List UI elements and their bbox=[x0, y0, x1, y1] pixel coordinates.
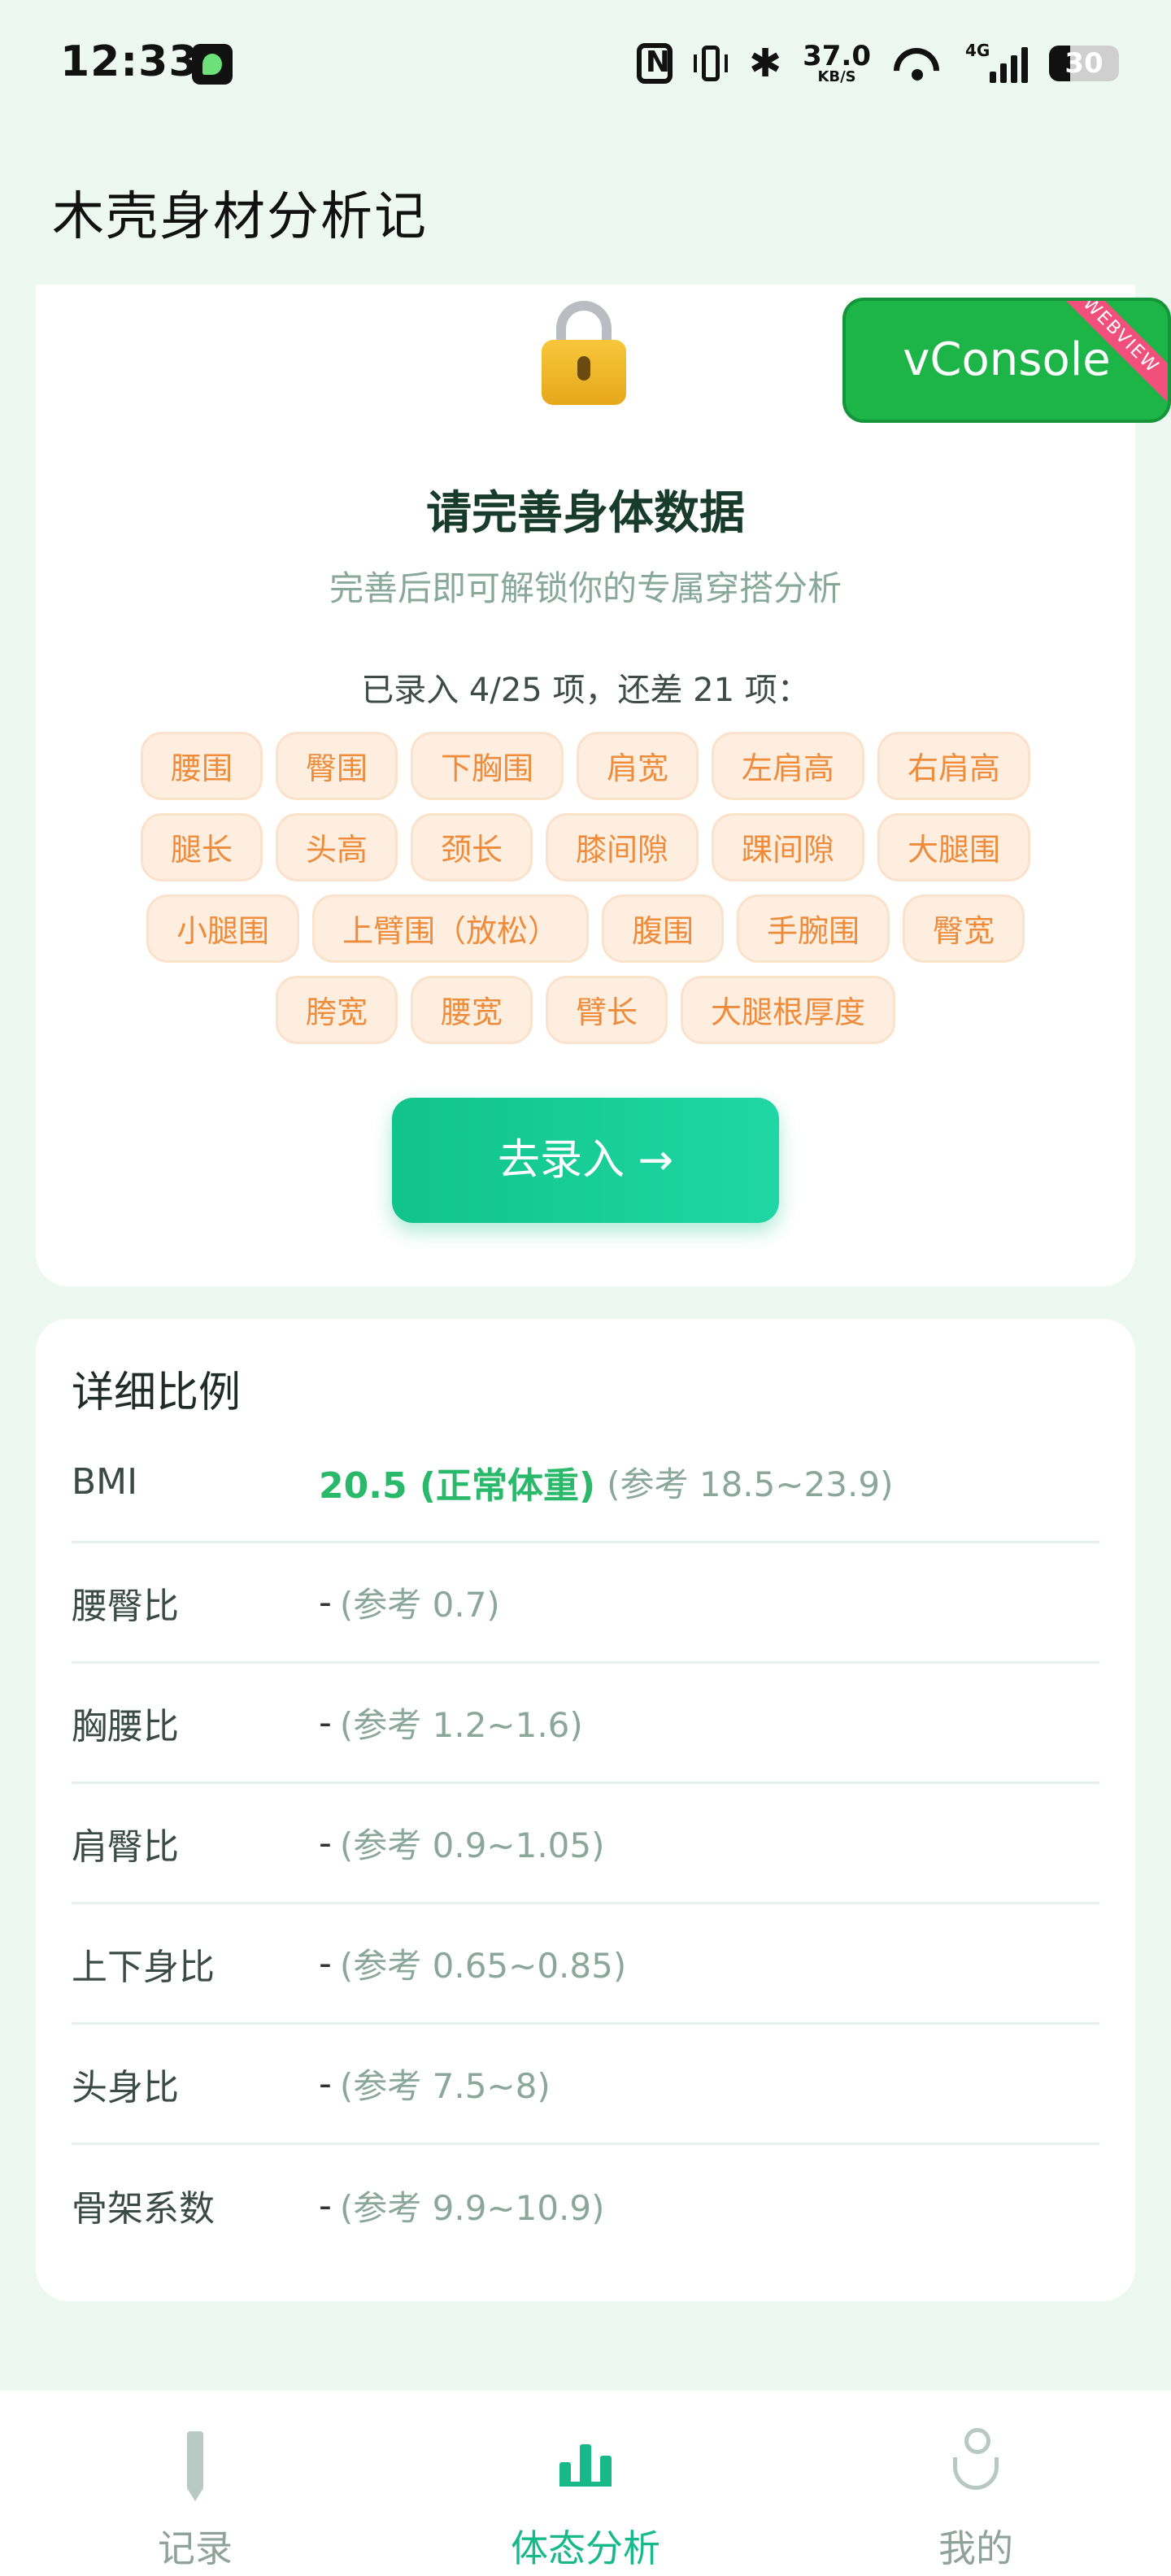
missing-item-tag: 大腿围 bbox=[877, 813, 1031, 881]
go-record-button[interactable]: 去录入 → bbox=[392, 1098, 779, 1223]
ratio-section-title: 详细比例 bbox=[72, 1368, 242, 1417]
missing-item-tag: 腿长 bbox=[140, 813, 263, 881]
bottom-nav: 记录 体态分析 我的 bbox=[0, 2391, 1171, 2576]
ratio-label: 上下身比 bbox=[72, 1946, 215, 1988]
nav-item-record[interactable]: 记录 bbox=[73, 2391, 317, 2576]
missing-item-tag: 臀围 bbox=[275, 732, 398, 800]
wifi-icon bbox=[892, 43, 944, 84]
missing-item-tag: 颈长 bbox=[410, 813, 533, 881]
network-speed-unit: KB/S bbox=[817, 68, 856, 85]
ratio-row-shoulder-hip: 肩臀比 - (参考 0.9~1.05) bbox=[72, 1784, 1099, 1904]
entry-progress-text: 已录入 4/25 项，还差 21 项： bbox=[361, 672, 810, 709]
ratio-reference: (参考 0.7) bbox=[339, 1585, 500, 1625]
status-icons: ✱ 37.0 KB/S 4G 30 bbox=[636, 37, 1119, 89]
ratio-value: - bbox=[319, 2063, 332, 2104]
missing-item-tag: 膝间隙 bbox=[546, 813, 699, 881]
missing-item-tag: 踝间隙 bbox=[712, 813, 865, 881]
ratio-row-chest-waist: 胸腰比 - (参考 1.2~1.6) bbox=[72, 1664, 1099, 1784]
ratio-row-waist-hip: 腰臀比 - (参考 0.7) bbox=[72, 1543, 1099, 1664]
ratio-label: 骨架系数 bbox=[72, 2188, 215, 2230]
missing-item-tag: 大腿根厚度 bbox=[681, 976, 896, 1044]
battery-icon: 30 bbox=[1049, 46, 1119, 81]
ratio-value: 20.5 (正常体重) bbox=[319, 1464, 596, 1507]
missing-item-tag: 胯宽 bbox=[275, 976, 398, 1044]
ratio-value: - bbox=[319, 2184, 332, 2226]
ratio-row-upper-lower: 上下身比 - (参考 0.65~0.85) bbox=[72, 1904, 1099, 2025]
missing-item-tag: 臀宽 bbox=[903, 894, 1025, 963]
missing-item-tag: 下胸围 bbox=[410, 732, 564, 800]
ratio-row-bmi: BMI 20.5 (正常体重) (参考 18.5~23.9) bbox=[72, 1423, 1099, 1543]
unlock-heading: 请完善身体数据 bbox=[426, 487, 745, 540]
pen-icon bbox=[187, 2431, 203, 2501]
missing-item-tag: 小腿围 bbox=[146, 894, 299, 963]
missing-item-tag: 左肩高 bbox=[712, 732, 865, 800]
nav-label: 体态分析 bbox=[511, 2526, 660, 2570]
ratio-value: - bbox=[319, 1822, 332, 1864]
network-speed-value: 37.0 bbox=[803, 40, 871, 72]
missing-item-tag: 手腕围 bbox=[737, 894, 890, 963]
bluetooth-icon: ✱ bbox=[748, 41, 782, 86]
ratio-reference: (参考 7.5~8) bbox=[339, 2066, 551, 2106]
missing-item-tag: 腰宽 bbox=[410, 976, 533, 1044]
missing-items-list: 腰围 臀围 下胸围 肩宽 左肩高 右肩高 腿长 头高 颈长 膝间隙 踝间隙 大腿… bbox=[122, 732, 1049, 1044]
unlock-subtitle: 完善后即可解锁你的专属穿搭分析 bbox=[329, 568, 842, 608]
missing-item-tag: 臂长 bbox=[546, 976, 668, 1044]
user-icon bbox=[950, 2428, 1002, 2493]
ratio-list: BMI 20.5 (正常体重) (参考 18.5~23.9) 腰臀比 - (参考… bbox=[72, 1423, 1099, 2265]
ratio-reference: (参考 0.65~0.85) bbox=[339, 1946, 627, 1986]
ratio-reference: (参考 9.9~10.9) bbox=[339, 2187, 605, 2228]
ratio-row-head-body: 头身比 - (参考 7.5~8) bbox=[72, 2025, 1099, 2145]
network-type: 4G bbox=[965, 41, 990, 60]
ratio-label: BMI bbox=[72, 1461, 138, 1503]
cellular-signal-icon: 4G bbox=[965, 41, 1028, 83]
ratio-value: - bbox=[319, 1582, 332, 1623]
music-app-icon bbox=[192, 44, 233, 85]
battery-level: 30 bbox=[1064, 47, 1104, 80]
ratio-value: - bbox=[319, 1702, 332, 1743]
bar-chart-icon bbox=[559, 2439, 612, 2487]
nav-item-profile[interactable]: 我的 bbox=[854, 2391, 1098, 2576]
network-speed: 37.0 KB/S bbox=[803, 42, 871, 85]
lock-icon bbox=[542, 301, 626, 405]
vconsole-label: vConsole bbox=[903, 333, 1111, 386]
nav-label: 我的 bbox=[938, 2526, 1013, 2570]
ratio-value: - bbox=[319, 1943, 332, 1984]
ratio-label: 腰臀比 bbox=[72, 1585, 179, 1627]
page-title: 木壳身材分析记 bbox=[52, 187, 428, 247]
missing-item-tag: 肩宽 bbox=[577, 732, 699, 800]
vconsole-button[interactable]: vConsole WEBVIEW bbox=[842, 298, 1171, 423]
ratio-row-frame: 骨架系数 - (参考 9.9~10.9) bbox=[72, 2145, 1099, 2265]
ratio-reference: (参考 18.5~23.9) bbox=[607, 1464, 894, 1504]
ratio-label: 肩臀比 bbox=[72, 1825, 179, 1868]
ratio-reference: (参考 0.9~1.05) bbox=[339, 1825, 605, 1865]
nfc-icon bbox=[636, 43, 673, 84]
missing-item-tag: 上臂围（放松） bbox=[311, 894, 589, 963]
missing-item-tag: 头高 bbox=[275, 813, 398, 881]
status-bar: 12:33 ✱ 37.0 KB/S 4G 30 bbox=[0, 0, 1171, 130]
missing-item-tag: 腰围 bbox=[140, 732, 263, 800]
ratio-label: 头身比 bbox=[72, 2066, 179, 2108]
nav-label: 记录 bbox=[158, 2526, 233, 2570]
status-time: 12:33 bbox=[60, 37, 199, 86]
missing-item-tag: 腹围 bbox=[601, 894, 724, 963]
missing-item-tag: 右肩高 bbox=[877, 732, 1031, 800]
ratio-label: 胸腰比 bbox=[72, 1705, 179, 1747]
ratio-reference: (参考 1.2~1.6) bbox=[339, 1705, 583, 1745]
nav-item-analysis[interactable]: 体态分析 bbox=[464, 2391, 707, 2576]
vibrate-icon bbox=[693, 46, 728, 81]
